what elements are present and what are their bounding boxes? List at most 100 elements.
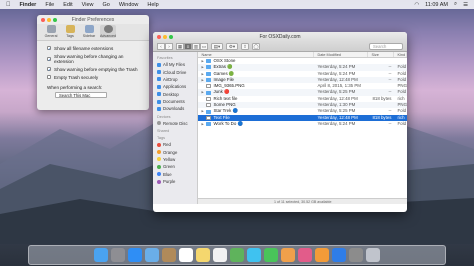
sidebar-item-downloads[interactable]: Downloads bbox=[153, 105, 197, 112]
trash-icon[interactable] bbox=[366, 248, 380, 262]
applications-icon bbox=[157, 84, 161, 89]
search-scope-label: When performing a search: bbox=[47, 85, 103, 90]
checkbox[interactable]: ✓ bbox=[47, 46, 51, 51]
maps-icon[interactable] bbox=[230, 248, 244, 262]
disc-icon bbox=[157, 121, 161, 126]
photos-icon[interactable] bbox=[281, 248, 295, 262]
option-label: Show all filename extensions bbox=[54, 45, 114, 51]
sidebar-heading-devices: Devices bbox=[157, 114, 171, 119]
sidebar-item-applications[interactable]: Applications bbox=[153, 83, 197, 90]
airdrop-icon bbox=[157, 77, 161, 82]
tag-label: Green bbox=[163, 164, 175, 170]
sidebar-item-label: Remote Disc bbox=[163, 120, 188, 126]
notification-center-icon[interactable]: ☰ bbox=[463, 2, 468, 8]
sidebar-tag-yellow[interactable]: Yellow bbox=[153, 156, 197, 163]
nav-buttons: ‹ › bbox=[157, 42, 173, 50]
sidebar-tag-purple[interactable]: Purple bbox=[153, 178, 197, 185]
arrange-menu-icon[interactable]: ▤▾ bbox=[211, 42, 223, 50]
column-size[interactable]: Size bbox=[368, 52, 395, 57]
option-row[interactable]: ✓ Show warning before changing an extensi… bbox=[37, 52, 149, 65]
sidebar-item-label: AirDrop bbox=[163, 76, 178, 82]
wifi-icon[interactable]: ◠ bbox=[414, 2, 419, 8]
menu-view[interactable]: View bbox=[82, 2, 94, 8]
list-view-icon[interactable]: ≡ bbox=[184, 42, 192, 50]
cover-flow-icon[interactable]: ▭ bbox=[200, 42, 208, 50]
sidebar-item-remote-disc[interactable]: Remote Disc bbox=[153, 120, 197, 127]
facetime-icon[interactable] bbox=[264, 248, 278, 262]
column-date[interactable]: Date Modified bbox=[314, 52, 369, 57]
tab-tags[interactable]: Tags bbox=[62, 25, 78, 38]
table-row[interactable]: ▶ Work To Do 🔵 Yesterday, 5:24 PM -- Fold bbox=[198, 121, 407, 127]
ibooks-icon[interactable] bbox=[315, 248, 329, 262]
sidebar-item-icloud-drive[interactable]: iCloud Drive bbox=[153, 68, 197, 75]
file-size: -- bbox=[388, 120, 392, 126]
icon-view-icon[interactable]: ▦ bbox=[176, 42, 184, 50]
sidebar-heading-shared: Shared bbox=[157, 129, 170, 133]
sidebar-tag-green[interactable]: Green bbox=[153, 163, 197, 170]
file-date: Yesterday, 5:24 PM bbox=[317, 120, 356, 126]
checkbox[interactable]: ✓ bbox=[47, 67, 51, 72]
mail-icon[interactable] bbox=[145, 248, 159, 262]
window-title: For OSXDaily.com bbox=[259, 33, 301, 40]
tab-general[interactable]: General bbox=[43, 25, 59, 38]
apple-icon[interactable]:  bbox=[6, 2, 11, 8]
menu-edit[interactable]: Edit bbox=[63, 2, 72, 8]
contacts-icon[interactable] bbox=[162, 248, 176, 262]
tag-dot-icon bbox=[157, 164, 161, 169]
messages-icon[interactable] bbox=[247, 248, 261, 262]
action-gear-icon[interactable]: ⚙▾ bbox=[226, 42, 238, 50]
launchpad-icon[interactable] bbox=[111, 248, 125, 262]
disclosure-triangle-icon[interactable]: ▶ bbox=[201, 121, 204, 127]
itunes-icon[interactable] bbox=[298, 248, 312, 262]
search-field[interactable]: Search bbox=[369, 42, 403, 50]
preferences-icon[interactable] bbox=[349, 248, 363, 262]
notes-icon[interactable] bbox=[196, 248, 210, 262]
sidebar-item-airdrop[interactable]: AirDrop bbox=[153, 76, 197, 83]
sidebar-item-all-my-files[interactable]: All My Files bbox=[153, 61, 197, 68]
menu-file[interactable]: File bbox=[45, 2, 54, 8]
document-icon bbox=[206, 115, 212, 120]
menu-help[interactable]: Help bbox=[147, 2, 158, 8]
checkbox[interactable] bbox=[47, 75, 51, 79]
prefs-titlebar: Finder Preferences bbox=[37, 15, 149, 24]
forward-button[interactable]: › bbox=[165, 42, 173, 50]
file-list: Name Date Modified Size Kind ▶ OSX Stone ▶… bbox=[198, 52, 407, 204]
search-scope-select[interactable]: Search This Mac bbox=[55, 92, 107, 98]
column-kind[interactable]: Kind bbox=[394, 52, 407, 57]
sidebar-tag-orange[interactable]: Orange bbox=[153, 148, 197, 155]
safari-icon[interactable] bbox=[128, 248, 142, 262]
column-view-icon[interactable]: ▥ bbox=[192, 42, 200, 50]
option-row[interactable]: Empty Trash securely bbox=[37, 73, 149, 81]
tab-advanced[interactable]: Advanced bbox=[100, 25, 116, 38]
folder-icon bbox=[206, 122, 212, 127]
menu-go[interactable]: Go bbox=[103, 2, 110, 8]
sidebar-item-label: All My Files bbox=[163, 62, 185, 68]
sidebar-item-documents[interactable]: Documents bbox=[153, 98, 197, 105]
column-name[interactable]: Name bbox=[198, 52, 315, 57]
option-row[interactable]: ✓ Show all filename extensions bbox=[37, 44, 149, 52]
view-switcher: ▦ ≡ ▥ ▭ bbox=[176, 42, 208, 50]
reminders-icon[interactable] bbox=[213, 248, 227, 262]
finder-icon[interactable] bbox=[94, 248, 108, 262]
folder-icon bbox=[206, 65, 212, 70]
calendar-icon[interactable] bbox=[179, 248, 193, 262]
menu-window[interactable]: Window bbox=[119, 2, 139, 8]
back-button[interactable]: ‹ bbox=[157, 42, 165, 50]
tab-general-label: General bbox=[44, 34, 58, 38]
sidebar-item-desktop[interactable]: Desktop bbox=[153, 91, 197, 98]
finder-toolbar: ‹ › ▦ ≡ ▥ ▭ ▤▾ ⚙▾ ⇪ ◯ Search bbox=[153, 41, 407, 52]
finder-preferences-window: Finder Preferences General Tags Sidebar … bbox=[37, 15, 149, 110]
folder-icon bbox=[206, 109, 212, 114]
menu-app-name[interactable]: Finder bbox=[20, 2, 37, 8]
sidebar-tag-red[interactable]: Red bbox=[153, 141, 197, 148]
spotlight-icon[interactable]: ⌕ bbox=[454, 1, 457, 8]
app-store-icon[interactable] bbox=[332, 248, 346, 262]
share-icon[interactable]: ⇪ bbox=[241, 42, 249, 50]
sidebar-heading-favorites: Favorites bbox=[157, 56, 173, 60]
clock[interactable]: 11:09 AM bbox=[425, 2, 448, 8]
tab-sidebar[interactable]: Sidebar bbox=[81, 25, 97, 38]
checkbox[interactable]: ✓ bbox=[47, 56, 51, 62]
option-row[interactable]: ✓ Show warning before emptying the Trash bbox=[37, 65, 149, 73]
sidebar-tag-blue[interactable]: Blue bbox=[153, 171, 197, 178]
tag-button-icon[interactable]: ◯ bbox=[252, 42, 260, 50]
